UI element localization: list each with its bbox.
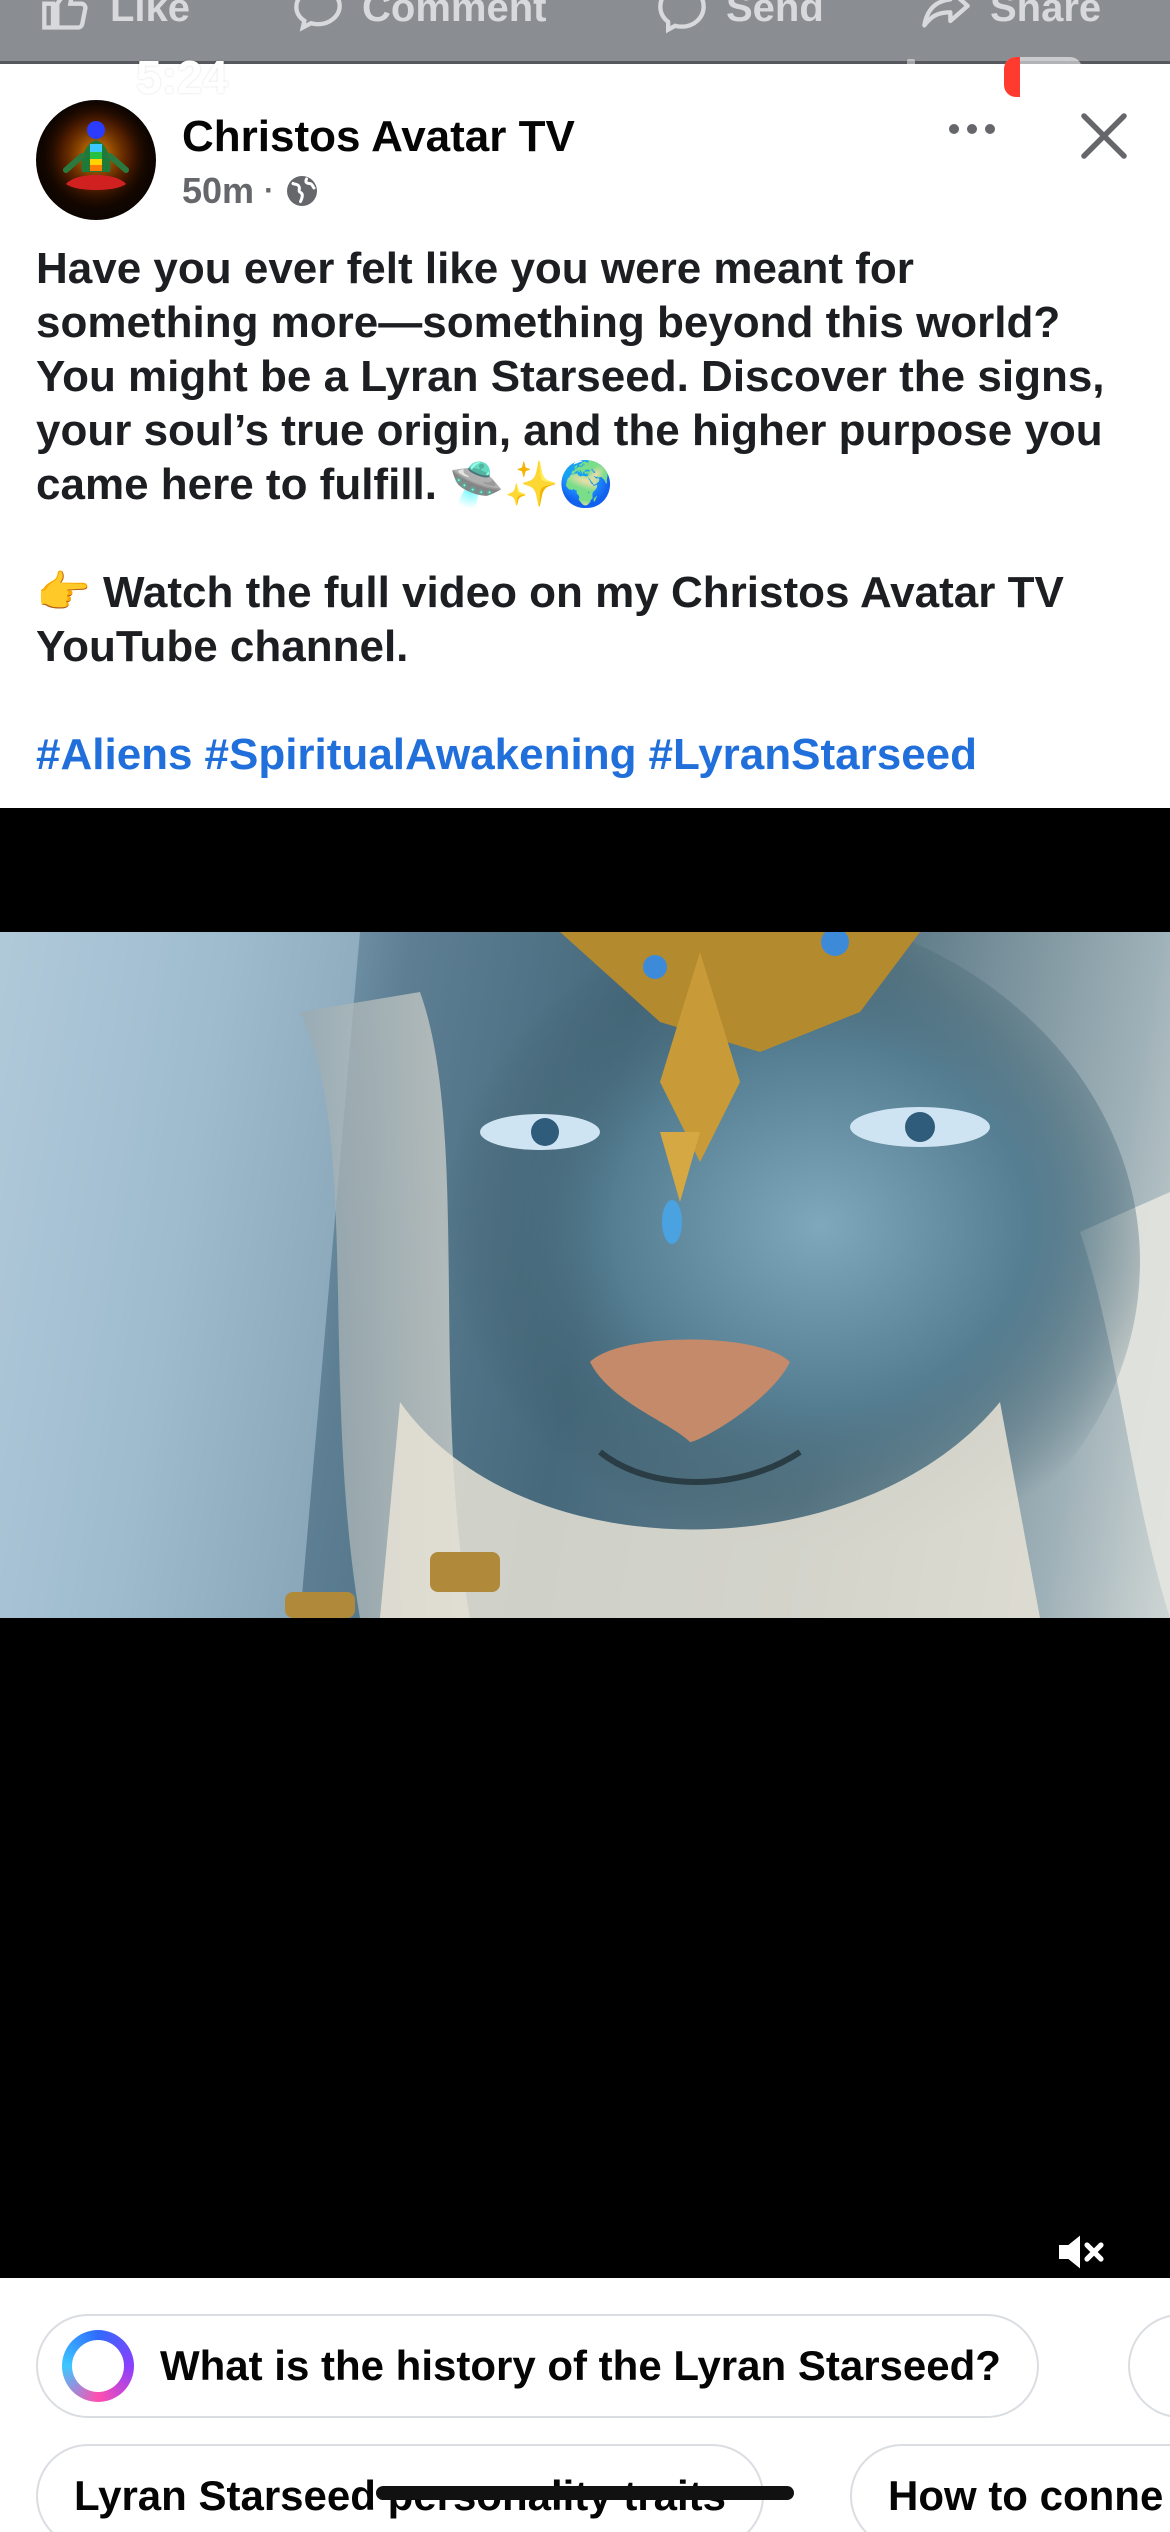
post-paragraph: 👉 Watch the full video on my Christos Av… <box>36 568 1064 671</box>
suggestion-label: How to conne <box>888 2472 1164 2519</box>
more-dot <box>967 124 977 134</box>
home-indicator[interactable] <box>376 2486 794 2500</box>
share-action[interactable]: Share <box>920 0 1101 34</box>
network-type: LTE <box>926 56 992 97</box>
thumbs-up-icon <box>42 0 88 30</box>
send-label: Send <box>726 0 824 30</box>
hashtag-link[interactable]: #Aliens <box>36 728 193 782</box>
close-icon <box>1081 113 1127 159</box>
status-time: 5:24 <box>136 51 229 103</box>
comment-label: Comment <box>362 0 547 30</box>
close-button[interactable] <box>1074 106 1134 166</box>
suggestion-chip[interactable]: How to conne <box>850 2444 1170 2532</box>
comment-action[interactable]: Comment <box>292 0 546 34</box>
battery-level <box>1004 57 1020 97</box>
hashtag-link[interactable]: #SpiritualAwakening <box>205 728 637 782</box>
more-options-button[interactable] <box>940 104 1004 154</box>
hashtag-list: #Aliens #SpiritualAwakening #LyranStarse… <box>36 728 1146 782</box>
post-meta: 50m · <box>182 170 320 212</box>
more-dot <box>985 124 995 134</box>
globe-icon <box>284 173 320 209</box>
suggestion-chip[interactable]: What is the history of the Lyran Starsee… <box>36 2314 1039 2418</box>
send-action[interactable]: Send <box>656 0 824 34</box>
page-avatar[interactable] <box>36 100 156 220</box>
battery-percent: 20 <box>1026 60 1060 93</box>
speaker-muted-icon <box>1059 2235 1104 2269</box>
post-time[interactable]: 50m <box>182 170 254 212</box>
hashtag-link[interactable]: #LyranStarseed <box>648 728 977 782</box>
like-label: Like <box>110 0 191 30</box>
post-body: Have you ever felt like you were meant f… <box>36 242 1146 782</box>
meditation-figure-icon <box>38 102 154 218</box>
cellular-signal-icon <box>867 59 915 95</box>
suggestion-chip[interactable] <box>1128 2314 1170 2418</box>
meta-separator: · <box>264 174 275 207</box>
video-thumbnail <box>0 932 1170 1618</box>
meta-ai-icon <box>62 2330 134 2402</box>
suggestion-label: What is the history of the Lyran Starsee… <box>160 2342 1001 2389</box>
like-action[interactable]: Like <box>40 0 190 34</box>
battery-icon: 20 <box>1004 57 1082 97</box>
lion-humanoid-image <box>0 932 1170 1618</box>
messenger-icon <box>658 0 706 34</box>
more-dot <box>949 124 959 134</box>
video-player[interactable] <box>0 808 1170 2278</box>
status-indicators: LTE 20 <box>867 56 1090 98</box>
battery-cap <box>1085 70 1090 84</box>
page-name[interactable]: Christos Avatar TV <box>182 112 575 162</box>
post-sheet: Christos Avatar TV 50m · Have you ever f… <box>0 64 1170 2532</box>
mute-toggle-button[interactable] <box>1052 2224 1108 2280</box>
comment-icon <box>294 0 342 32</box>
post-paragraph: Have you ever felt like you were meant f… <box>36 244 1105 509</box>
share-label: Share <box>990 0 1102 30</box>
share-icon <box>922 0 970 28</box>
